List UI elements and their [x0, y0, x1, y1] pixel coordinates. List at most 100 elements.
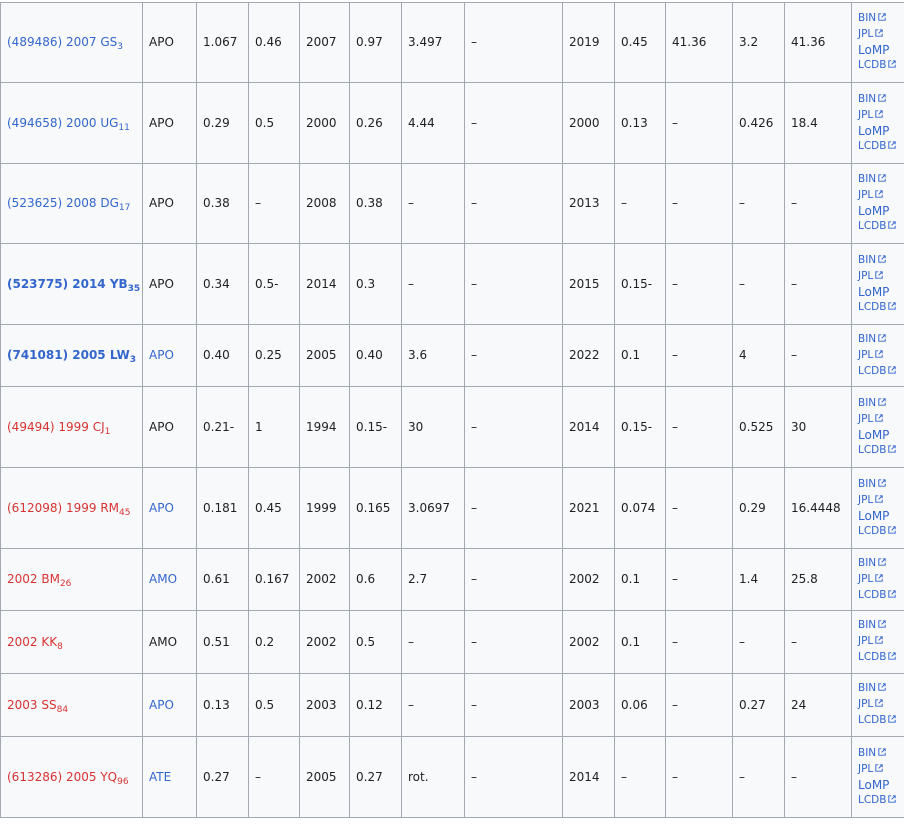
value-cell-c9: –: [666, 83, 733, 164]
value-cell-c2: 0.5-: [249, 244, 300, 325]
link-lcdb[interactable]: LCDB: [858, 650, 904, 666]
value-cell-c4: 0.12: [350, 674, 402, 737]
value-cell-c1: 0.181: [197, 468, 249, 549]
link-jpl[interactable]: JPL: [858, 634, 904, 650]
value-cell-c8: 0.13: [615, 83, 666, 164]
link-jpl[interactable]: JPL: [858, 572, 904, 588]
link-bin[interactable]: BIN: [858, 92, 904, 108]
orbit-class-cell: AMO: [143, 549, 197, 611]
asteroid-name-link[interactable]: (523775) 2014 YB35: [7, 277, 140, 291]
asteroid-name-link[interactable]: (741081) 2005 LW3: [7, 348, 136, 362]
link-lcdb[interactable]: LCDB: [858, 139, 904, 155]
asteroid-name-link[interactable]: (49494) 1999 CJ1: [7, 420, 110, 434]
value-cell-c1: 0.40: [197, 325, 249, 387]
link-lcdb[interactable]: LCDB: [858, 524, 904, 540]
value-cell-c9: 41.36: [666, 3, 733, 83]
asteroid-name-link[interactable]: 2002 BM26: [7, 572, 71, 586]
external-link-icon: [878, 478, 886, 493]
value-cell-c5: –: [402, 164, 465, 244]
link-jpl[interactable]: JPL: [858, 27, 904, 43]
table-row: (612098) 1999 RM45APO0.1810.4519990.1653…: [1, 468, 904, 549]
external-links-cell: BINJPLLoMPLCDB: [852, 244, 904, 325]
link-lcdb[interactable]: LCDB: [858, 364, 904, 380]
link-label: BIN: [858, 619, 876, 631]
link-jpl[interactable]: JPL: [858, 269, 904, 285]
link-bin[interactable]: BIN: [858, 11, 904, 27]
orbit-class-link[interactable]: APO: [149, 348, 174, 362]
table-row: (613286) 2005 YQ96ATE0.27–20050.27rot.–2…: [1, 737, 904, 818]
link-bin[interactable]: BIN: [858, 681, 904, 697]
link-lomp[interactable]: LoMP: [858, 43, 904, 58]
external-links-cell: BIN JPLLCDB: [852, 611, 904, 674]
orbit-class-link[interactable]: AMO: [149, 572, 177, 586]
link-bin[interactable]: BIN: [858, 253, 904, 269]
value-cell-c1: 0.13: [197, 674, 249, 737]
link-label: LCDB: [858, 59, 886, 71]
external-link-icon: [878, 333, 886, 348]
link-lomp[interactable]: LoMP: [858, 509, 904, 524]
link-lomp[interactable]: LoMP: [858, 204, 904, 219]
asteroid-name-cell: 2003 SS84: [1, 674, 143, 737]
link-bin[interactable]: BIN: [858, 332, 904, 348]
link-lcdb[interactable]: LCDB: [858, 713, 904, 729]
external-link-icon: [878, 619, 886, 634]
external-links-cell: BINJPLLCDB: [852, 549, 904, 611]
orbit-class-link[interactable]: APO: [149, 501, 174, 515]
link-lcdb[interactable]: LCDB: [858, 588, 904, 604]
link-label: LCDB: [858, 714, 886, 726]
value-cell-c2: 1: [249, 387, 300, 468]
link-label: JPL: [858, 349, 873, 361]
orbit-class-link[interactable]: ATE: [149, 770, 171, 784]
asteroid-name-link[interactable]: (489486) 2007 GS3: [7, 35, 123, 49]
asteroid-name-link[interactable]: 2002 KK8: [7, 635, 63, 649]
value-cell-c8: 0.15-: [615, 387, 666, 468]
asteroid-name-link[interactable]: 2003 SS84: [7, 698, 68, 712]
value-cell-c4: 0.27: [350, 737, 402, 818]
asteroid-designation-subscript: 8: [57, 642, 63, 652]
link-lcdb[interactable]: LCDB: [858, 793, 904, 809]
value-cell-c6: –: [465, 164, 563, 244]
asteroid-designation: (49494) 1999 CJ: [7, 420, 105, 434]
link-label: LCDB: [858, 651, 886, 663]
link-bin[interactable]: BIN: [858, 746, 904, 762]
link-jpl[interactable]: JPL: [858, 697, 904, 713]
link-lcdb[interactable]: LCDB: [858, 219, 904, 235]
link-bin[interactable]: BIN: [858, 618, 904, 634]
link-lcdb[interactable]: LCDB: [858, 443, 904, 459]
asteroid-name-cell: 2002 BM26: [1, 549, 143, 611]
link-jpl[interactable]: JPL: [858, 348, 904, 364]
orbit-class-cell: APO: [143, 325, 197, 387]
link-lomp[interactable]: LoMP: [858, 778, 904, 793]
asteroid-name-link[interactable]: (613286) 2005 YQ96: [7, 770, 129, 784]
link-bin[interactable]: BIN: [858, 477, 904, 493]
external-link-icon: [875, 698, 883, 713]
link-jpl[interactable]: JPL: [858, 493, 904, 509]
external-link-icon: [878, 557, 886, 572]
link-jpl[interactable]: JPL: [858, 108, 904, 124]
table-row: 2002 KK8AMO0.510.220020.5––20020.1–––BIN…: [1, 611, 904, 674]
asteroid-name-link[interactable]: (494658) 2000 UG11: [7, 116, 130, 130]
link-bin[interactable]: BIN: [858, 172, 904, 188]
asteroid-name-link[interactable]: (612098) 1999 RM45: [7, 501, 130, 515]
asteroid-name-link[interactable]: (523625) 2008 DG17: [7, 196, 130, 210]
value-cell-c11: 41.36: [785, 3, 852, 83]
external-links-cell: BINJPLLoMPLCDB: [852, 737, 904, 818]
link-jpl[interactable]: JPL: [858, 762, 904, 778]
link-bin[interactable]: BIN: [858, 396, 904, 412]
link-lomp[interactable]: LoMP: [858, 124, 904, 139]
link-jpl[interactable]: JPL: [858, 188, 904, 204]
link-lomp[interactable]: LoMP: [858, 428, 904, 443]
value-cell-c1: 0.34: [197, 244, 249, 325]
value-cell-c5: 3.6: [402, 325, 465, 387]
external-link-icon: [875, 635, 883, 650]
external-link-icon: [875, 189, 883, 204]
link-lomp[interactable]: LoMP: [858, 285, 904, 300]
orbit-class-link[interactable]: APO: [149, 698, 174, 712]
link-lcdb[interactable]: LCDB: [858, 58, 904, 74]
link-jpl[interactable]: JPL: [858, 412, 904, 428]
value-cell-c7: 2000: [563, 83, 615, 164]
link-bin[interactable]: BIN: [858, 556, 904, 572]
external-links-cell: BINJPLLoMPLCDB: [852, 164, 904, 244]
external-link-icon: [875, 494, 883, 509]
link-lcdb[interactable]: LCDB: [858, 300, 904, 316]
